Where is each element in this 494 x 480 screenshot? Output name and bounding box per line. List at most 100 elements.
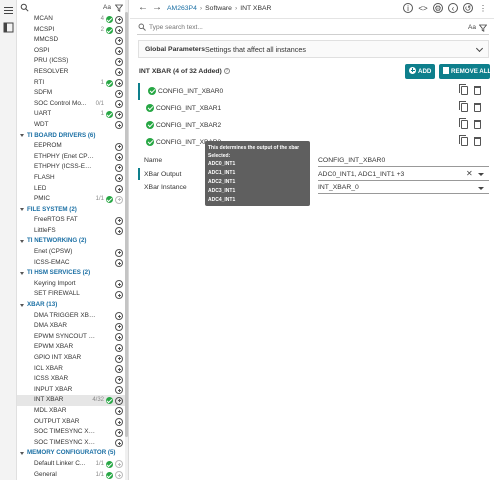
sidebar-category[interactable]: FILE SYSTEM (2): [17, 205, 126, 216]
chevron-down-icon[interactable]: [478, 173, 484, 176]
copy-icon[interactable]: [459, 101, 468, 112]
sidebar-category[interactable]: TI BOARD DRIVERS (6): [17, 131, 126, 142]
sidebar-item[interactable]: WDT: [17, 120, 126, 131]
sidebar-item[interactable]: PMIC 1/1: [17, 194, 126, 205]
add-circle-icon[interactable]: [115, 153, 123, 162]
xbar-output-select[interactable]: ADC0_INT1, ADC1_INT1 +3: [318, 171, 404, 178]
sidebar-item[interactable]: DMA TRIGGER XBAR: [17, 311, 126, 322]
add-circle-icon[interactable]: [115, 248, 123, 257]
sidebar-item[interactable]: MDL XBAR: [17, 406, 126, 417]
match-case-toggle[interactable]: Aa: [468, 24, 476, 31]
instance-row[interactable]: CONFIG_INT_XBAR2: [138, 117, 489, 134]
sidebar-item[interactable]: EEPROM: [17, 141, 126, 152]
add-circle-icon[interactable]: [115, 185, 123, 193]
forward-arrow-icon[interactable]: →: [152, 3, 162, 13]
sidebar-category[interactable]: TI NETWORKING (2): [17, 236, 126, 247]
add-circle-icon[interactable]: [115, 259, 123, 268]
add-circle-icon[interactable]: [115, 375, 123, 384]
copy-icon[interactable]: [459, 118, 468, 129]
add-circle-icon[interactable]: [115, 36, 123, 45]
sidebar-item[interactable]: ICL XBAR: [17, 364, 126, 375]
trash-icon[interactable]: [474, 120, 481, 129]
add-circle-icon[interactable]: [115, 407, 123, 416]
copy-icon[interactable]: [459, 135, 468, 146]
menu-icon[interactable]: [3, 5, 14, 16]
chevron-down-icon[interactable]: [475, 44, 484, 53]
clear-icon[interactable]: ✕: [466, 170, 473, 178]
add-circle-icon[interactable]: [115, 418, 123, 427]
add-instance-button[interactable]: ADD: [405, 64, 435, 79]
trash-icon[interactable]: [474, 86, 481, 95]
sidebar-item[interactable]: General 1/1: [17, 470, 126, 480]
filter-icon[interactable]: [115, 4, 123, 12]
sidebar-item[interactable]: EPWM SYNCOUT XBAR: [17, 332, 126, 343]
help-icon[interactable]: ?: [223, 68, 230, 75]
sidebar-item[interactable]: MCSPI 2: [17, 25, 126, 36]
add-circle-icon[interactable]: [115, 227, 123, 236]
sidebar-item[interactable]: LED: [17, 184, 126, 195]
code-icon[interactable]: <>: [418, 4, 428, 14]
sidebar-item[interactable]: GPIO INT XBAR: [17, 353, 126, 364]
sidebar-item[interactable]: SOC TIMESYNC XBAR 0: [17, 427, 126, 438]
add-circle-icon[interactable]: [115, 89, 123, 98]
sidebar-category[interactable]: MEMORY CONFIGURATOR (5): [17, 448, 126, 459]
add-circle-icon[interactable]: [115, 47, 123, 56]
remove-all-button[interactable]: REMOVE ALL: [439, 64, 491, 79]
instance-row[interactable]: CONFIG_INT_XBAR1: [138, 100, 489, 117]
sidebar-item[interactable]: SOC Control Mo... 0/1: [17, 99, 126, 110]
add-circle-icon[interactable]: [115, 174, 123, 183]
sidebar-item[interactable]: OSPI: [17, 46, 126, 57]
sidebar-item[interactable]: ICSS XBAR: [17, 374, 126, 385]
add-circle-icon[interactable]: [115, 386, 123, 395]
sidebar-item[interactable]: MMCSD: [17, 35, 126, 46]
add-circle-icon[interactable]: [115, 290, 123, 299]
trash-icon[interactable]: [474, 103, 481, 112]
add-circle-icon[interactable]: [115, 110, 123, 119]
add-circle-icon[interactable]: [115, 365, 123, 374]
add-circle-icon[interactable]: [115, 428, 123, 437]
search-input[interactable]: [149, 22, 429, 33]
sidebar-item[interactable]: ETHPHY (ICSS-EMAC): [17, 162, 126, 173]
breadcrumb-software[interactable]: Software: [205, 5, 232, 12]
search-icon[interactable]: [20, 3, 29, 12]
sidebar-scrollbar[interactable]: [125, 0, 128, 480]
sidebar-scrollbar-thumb[interactable]: [125, 12, 128, 437]
add-circle-icon[interactable]: [115, 163, 123, 172]
add-circle-icon[interactable]: [115, 333, 123, 342]
add-circle-icon[interactable]: [115, 121, 123, 130]
breadcrumb-device[interactable]: AM263P4: [167, 5, 197, 12]
sidebar-item[interactable]: INPUT XBAR: [17, 385, 126, 396]
add-circle-icon[interactable]: [115, 439, 123, 448]
add-circle-icon[interactable]: [115, 15, 123, 24]
sidebar-item[interactable]: RTI 1: [17, 78, 126, 89]
add-circle-icon[interactable]: [115, 216, 123, 225]
sidebar-item[interactable]: Enet (CPSW): [17, 247, 126, 258]
sidebar-item[interactable]: RESOLVER: [17, 67, 126, 78]
sidebar-item[interactable]: DMA XBAR: [17, 321, 126, 332]
sidebar-item[interactable]: PRU (ICSS): [17, 56, 126, 67]
sidebar-item[interactable]: SDFM: [17, 88, 126, 99]
match-case-toggle[interactable]: Aa: [103, 4, 111, 11]
sidebar-item[interactable]: SET FIREWALL: [17, 289, 126, 300]
sidebar-item[interactable]: ETHPHY (Enet CPSW/ICS...: [17, 152, 126, 163]
sidebar-item[interactable]: INT XBAR 4/32: [17, 395, 126, 406]
add-circle-icon[interactable]: [115, 343, 123, 352]
add-circle-icon[interactable]: [115, 322, 123, 331]
trash-icon[interactable]: [474, 137, 481, 146]
xbar-instance-select[interactable]: INT_XBAR_0: [318, 184, 359, 191]
add-circle-icon[interactable]: [115, 57, 123, 66]
chevron-down-icon[interactable]: [478, 187, 484, 190]
sidebar-item[interactable]: UART 1: [17, 109, 126, 120]
back-circle-icon[interactable]: ‹: [448, 3, 458, 13]
sidebar-category[interactable]: XBAR (13): [17, 300, 126, 311]
sidebar-item[interactable]: FreeRTOS FAT: [17, 215, 126, 226]
sidebar-item[interactable]: OUTPUT XBAR: [17, 417, 126, 428]
sidebar-item[interactable]: EPWM XBAR: [17, 342, 126, 353]
add-circle-icon[interactable]: [115, 280, 123, 289]
add-circle-icon[interactable]: [115, 354, 123, 363]
add-circle-icon[interactable]: [115, 68, 123, 77]
add-circle-icon[interactable]: [115, 142, 123, 151]
more-icon[interactable]: ⋮: [478, 4, 488, 14]
sidebar-item[interactable]: ICSS-EMAC: [17, 258, 126, 269]
history-icon[interactable]: ↺: [463, 3, 473, 13]
